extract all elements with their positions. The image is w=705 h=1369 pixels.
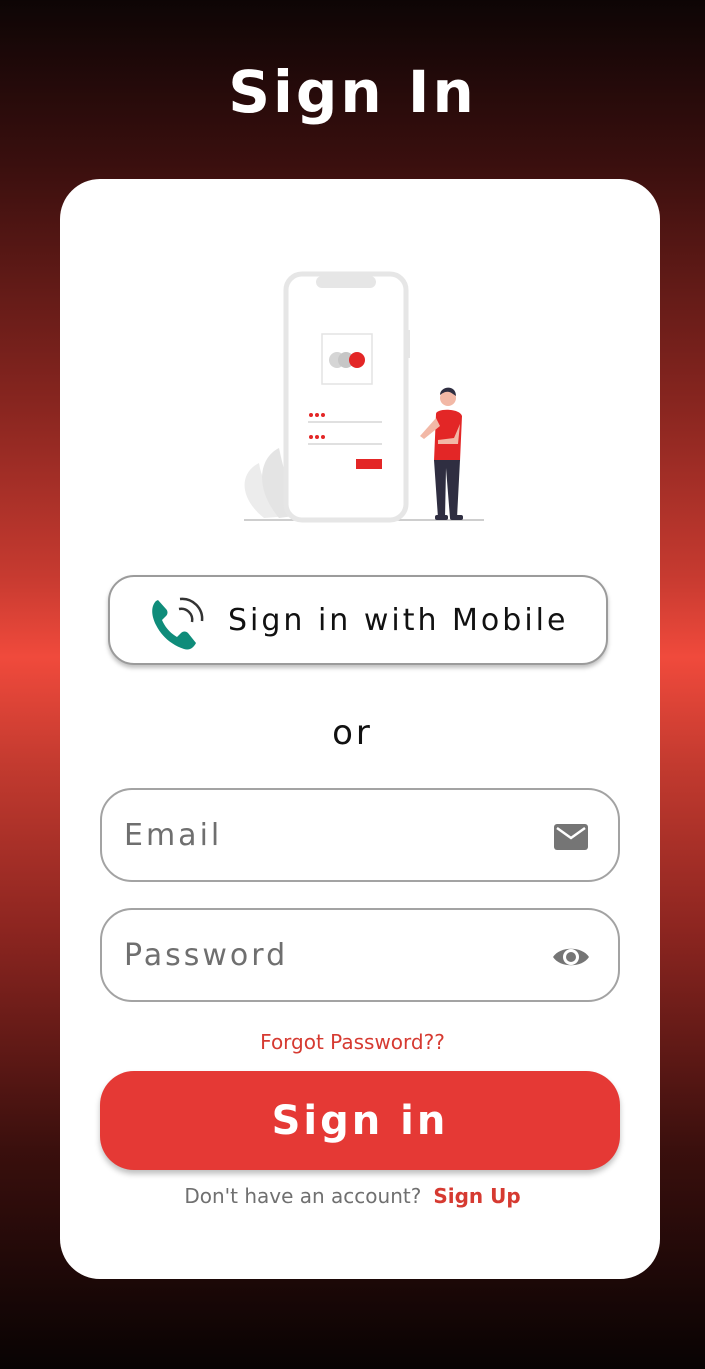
mail-icon xyxy=(554,824,588,850)
signin-with-mobile-button[interactable]: Sign in with Mobile xyxy=(108,575,608,665)
email-input[interactable] xyxy=(122,810,526,860)
or-divider: or xyxy=(332,713,373,753)
password-input[interactable] xyxy=(122,930,526,980)
forgot-password-link[interactable]: Forgot Password?? xyxy=(0,1030,705,1054)
email-field xyxy=(100,788,620,882)
signin-with-mobile-label: Sign in with Mobile xyxy=(228,603,569,638)
login-illustration xyxy=(244,271,484,523)
phone-call-icon xyxy=(152,597,204,650)
signin-button[interactable]: Sign in xyxy=(100,1071,620,1170)
signup-question: Don't have an account? xyxy=(184,1184,422,1208)
signup-link[interactable]: Sign Up xyxy=(433,1184,520,1208)
password-field xyxy=(100,908,620,1002)
signup-prompt: Don't have an account? Sign Up xyxy=(0,1184,705,1208)
page-title: Sign In xyxy=(228,58,477,126)
eye-icon[interactable] xyxy=(552,938,590,976)
